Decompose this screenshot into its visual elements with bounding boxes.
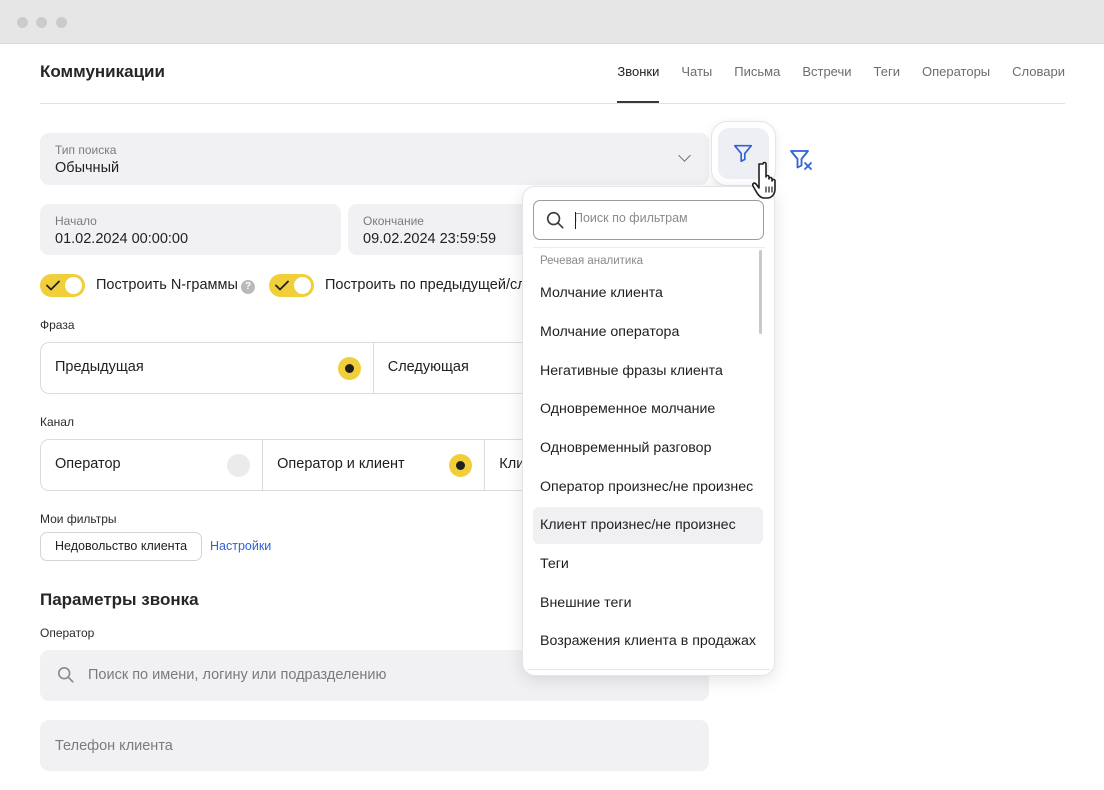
filter-dropdown: Речевая аналитика Молчание клиента Молча… <box>523 187 774 675</box>
text-caret <box>575 212 576 229</box>
radio-selected-icon <box>449 454 473 477</box>
filter-item-highlighted[interactable]: Клиент произнес/не произнес <box>533 507 763 544</box>
settings-link[interactable]: Настройки <box>210 539 271 553</box>
start-date-label: Начало <box>55 214 97 228</box>
filter-clear-icon[interactable] <box>787 146 815 174</box>
start-date-value: 01.02.2024 00:00:00 <box>55 231 189 247</box>
phrase-option-label: Предыдущая <box>55 359 144 375</box>
radio-unselected-icon <box>227 454 250 477</box>
window-zoom-dot[interactable] <box>56 17 67 28</box>
radio-selected-icon <box>338 357 361 380</box>
phrase-option-label: Следующая <box>387 359 469 375</box>
help-icon[interactable]: ? <box>241 280 255 294</box>
tab-letters[interactable]: Письма <box>734 64 780 103</box>
filter-item[interactable]: Одновременное молчание <box>533 391 763 428</box>
ngrams-toggle[interactable] <box>40 274 85 297</box>
client-phone-placeholder: Телефон клиента <box>55 738 173 754</box>
check-icon <box>46 280 60 291</box>
prev-next-toggle-label: Построить по предыдущей/сл <box>325 277 526 293</box>
tab-tags[interactable]: Теги <box>874 64 900 103</box>
phrase-label: Фраза <box>40 318 75 332</box>
filter-item[interactable]: Негативные фразы клиента <box>533 353 763 390</box>
dropdown-scrollbar[interactable] <box>759 250 762 334</box>
filter-item-label: Одновременное молчание <box>540 401 716 417</box>
start-date-field[interactable]: Начало 01.02.2024 00:00:00 <box>40 204 341 255</box>
call-params-title: Параметры звонка <box>40 590 199 609</box>
tab-meetings[interactable]: Встречи <box>802 64 851 103</box>
prev-next-toggle[interactable] <box>269 274 314 297</box>
window-minimize-dot[interactable] <box>36 17 47 28</box>
end-date-field[interactable]: Окончание 09.02.2024 23:59:59 <box>348 204 538 255</box>
search-type-select[interactable]: Тип поиска Обычный <box>40 133 709 185</box>
search-icon <box>546 211 564 229</box>
chevron-down-icon <box>678 149 691 162</box>
tab-bar: Звонки Чаты Письма Встречи Теги Оператор… <box>617 64 1065 103</box>
filter-item-label: Молчание оператора <box>540 324 680 340</box>
tab-operators[interactable]: Операторы <box>922 64 990 103</box>
channel-radio-group: Оператор Оператор и клиент Кли <box>40 439 560 491</box>
search-icon <box>57 666 74 683</box>
my-filters-label: Мои фильтры <box>40 512 117 526</box>
filter-item-label: Возражения клиента в продажах <box>540 633 756 649</box>
page-title: Коммуникации <box>40 62 165 81</box>
filter-search-input[interactable] <box>574 211 754 225</box>
channel-option-operator[interactable]: Оператор <box>41 440 264 490</box>
end-date-value: 09.02.2024 23:59:59 <box>363 231 497 247</box>
filter-search-box[interactable] <box>533 200 764 240</box>
tab-calls[interactable]: Звонки <box>617 64 659 103</box>
channel-option-label: Кли <box>499 456 525 472</box>
filter-item-label: Молчание клиента <box>540 285 663 301</box>
phrase-option-previous[interactable]: Предыдущая <box>41 343 374 393</box>
filter-item[interactable]: Возражения клиента в продажах <box>533 623 763 660</box>
search-type-value: Обычный <box>55 160 120 176</box>
ngrams-toggle-label: Построить N-граммы <box>96 277 238 293</box>
dropdown-divider <box>533 247 765 248</box>
filter-icon <box>733 144 753 163</box>
window-close-dot[interactable] <box>17 17 28 28</box>
filter-item-label: Теги <box>540 556 569 572</box>
window-titlebar <box>0 0 1104 44</box>
channel-option-label: Оператор <box>55 456 121 472</box>
channel-option-operator-and-client[interactable]: Оператор и клиент <box>263 440 486 490</box>
check-icon <box>275 280 289 291</box>
filter-item[interactable]: Теги <box>533 546 763 583</box>
client-phone-input[interactable]: Телефон клиента <box>40 720 709 771</box>
filter-item[interactable]: Молчание оператора <box>533 314 763 351</box>
filter-item-label: Оператор произнес/не произнес <box>540 479 754 495</box>
filter-item-label: Одновременный разговор <box>540 440 712 456</box>
hand-pointer-icon <box>752 161 776 199</box>
operator-label: Оператор <box>40 626 95 640</box>
tab-dictionaries[interactable]: Словари <box>1012 64 1065 103</box>
dropdown-bottom-divider <box>527 669 770 670</box>
filter-item-label: Негативные фразы клиента <box>540 363 723 379</box>
end-date-label: Окончание <box>363 214 424 228</box>
filter-item[interactable]: Одновременный разговор <box>533 430 763 467</box>
filter-item-label: Внешние теги <box>540 595 632 611</box>
filter-item[interactable]: Оператор произнес/не произнес <box>533 469 763 506</box>
operator-search-placeholder: Поиск по имени, логину или подразделению <box>88 667 387 683</box>
phrase-radio-group: Предыдущая Следующая <box>40 342 560 394</box>
filter-group-label: Речевая аналитика <box>540 255 644 267</box>
channel-option-label: Оператор и клиент <box>277 456 405 472</box>
filter-item[interactable]: Внешние теги <box>533 585 763 622</box>
filter-item[interactable]: Молчание клиента <box>533 275 763 312</box>
search-type-label: Тип поиска <box>55 143 117 157</box>
header-divider <box>40 103 1065 104</box>
tab-chats[interactable]: Чаты <box>681 64 712 103</box>
filter-chip[interactable]: Недовольство клиента <box>40 532 203 561</box>
channel-label: Канал <box>40 415 74 429</box>
filter-item-label: Клиент произнес/не произнес <box>540 517 736 533</box>
